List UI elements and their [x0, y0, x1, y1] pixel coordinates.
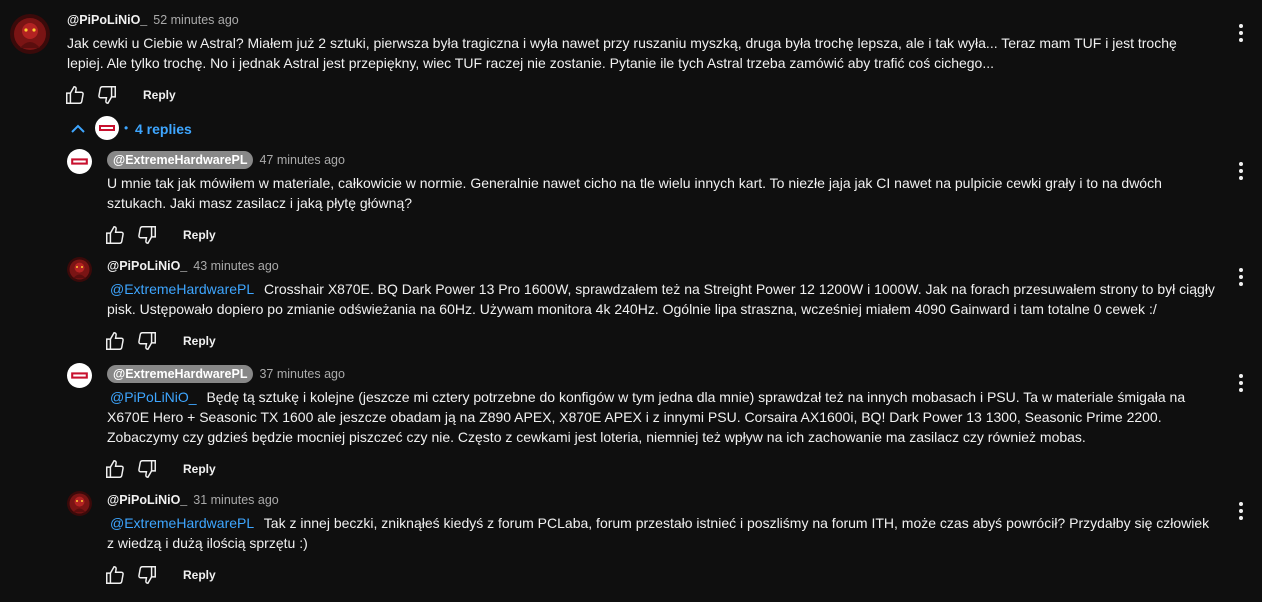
chevron-up-icon[interactable]	[68, 120, 88, 141]
creator-author-chip[interactable]: @ExtremeHardwarePL	[107, 365, 254, 383]
mention-link[interactable]: @ExtremeHardwarePL	[110, 515, 254, 531]
thumbs-up-icon[interactable]	[104, 224, 126, 246]
comment-text: U mnie tak jak mówiłem w materiale, całk…	[107, 173, 1217, 213]
comment-text: @ExtremeHardwarePL Crosshair X870E. BQ D…	[107, 279, 1219, 319]
timestamp[interactable]: 31 minutes ago	[193, 493, 278, 507]
vertical-dots-icon[interactable]	[1231, 266, 1251, 288]
comment-text: @PiPoLiNiO_ Będę tą sztukę i kolejne (je…	[107, 387, 1219, 447]
avatar[interactable]	[67, 491, 92, 516]
thumbs-up-icon[interactable]	[104, 458, 126, 480]
thumbs-down-icon[interactable]	[136, 458, 158, 480]
reply-button[interactable]: Reply	[183, 568, 216, 582]
reply-button[interactable]: Reply	[183, 334, 216, 348]
thumbs-down-icon[interactable]	[136, 564, 158, 586]
reply-button[interactable]: Reply	[183, 228, 216, 242]
reply-button[interactable]: Reply	[183, 462, 216, 476]
timestamp[interactable]: 37 minutes ago	[259, 367, 344, 381]
mention-link[interactable]: @ExtremeHardwarePL	[110, 281, 254, 297]
timestamp[interactable]: 47 minutes ago	[259, 153, 344, 167]
vertical-dots-icon[interactable]	[1231, 160, 1251, 182]
avatar[interactable]	[10, 14, 50, 54]
reply-text: Tak z innej beczki, zniknąłeś kiedyś z f…	[107, 515, 1210, 551]
vertical-dots-icon[interactable]	[1231, 500, 1251, 522]
thumbs-up-icon[interactable]	[64, 84, 86, 106]
thumbs-down-icon[interactable]	[136, 330, 158, 352]
creator-avatar	[95, 116, 119, 140]
author-name[interactable]: @PiPoLiNiO_	[67, 13, 147, 27]
comment-actions: Reply	[104, 564, 224, 588]
comment-header: @ExtremeHardwarePL 37 minutes ago	[107, 365, 345, 383]
reply-button[interactable]: Reply	[143, 88, 176, 102]
comment-header: @ExtremeHardwarePL 47 minutes ago	[107, 151, 345, 169]
avatar[interactable]	[67, 257, 92, 282]
comment-actions: Reply	[104, 224, 224, 248]
replies-count[interactable]: 4 replies	[135, 121, 192, 137]
thumbs-down-icon[interactable]	[136, 224, 158, 246]
comment-actions: Reply	[64, 84, 184, 108]
comment-text: @ExtremeHardwarePL Tak z innej beczki, z…	[107, 513, 1219, 553]
separator-dot: •	[124, 121, 129, 135]
author-name[interactable]: @PiPoLiNiO_	[107, 259, 187, 273]
mention-link[interactable]: @PiPoLiNiO_	[110, 389, 197, 405]
avatar[interactable]	[67, 149, 92, 174]
vertical-dots-icon[interactable]	[1231, 22, 1251, 44]
thumbs-up-icon[interactable]	[104, 564, 126, 586]
timestamp[interactable]: 52 minutes ago	[153, 13, 238, 27]
vertical-dots-icon[interactable]	[1231, 372, 1251, 394]
thumbs-up-icon[interactable]	[104, 330, 126, 352]
avatar[interactable]	[67, 363, 92, 388]
timestamp[interactable]: 43 minutes ago	[193, 259, 278, 273]
comment-actions: Reply	[104, 458, 224, 482]
comment-header: @PiPoLiNiO_ 31 minutes ago	[107, 493, 279, 507]
reply-text: Crosshair X870E. BQ Dark Power 13 Pro 16…	[107, 281, 1215, 317]
comment-thread: @PiPoLiNiO_ 52 minutes ago Jak cewki u Ci…	[0, 0, 1262, 602]
comment-text: Jak cewki u Ciebie w Astral? Miałem już …	[67, 35, 1177, 71]
author-name[interactable]: @PiPoLiNiO_	[107, 493, 187, 507]
reply-text: U mnie tak jak mówiłem w materiale, całk…	[107, 175, 1162, 211]
thumbs-down-icon[interactable]	[96, 84, 118, 106]
comment-actions: Reply	[104, 330, 224, 354]
comment-header: @PiPoLiNiO_ 43 minutes ago	[107, 259, 279, 273]
comment-header: @PiPoLiNiO_ 52 minutes ago	[67, 13, 239, 27]
reply-text: Będę tą sztukę i kolejne (jeszcze mi czt…	[107, 389, 1186, 445]
creator-author-chip[interactable]: @ExtremeHardwarePL	[107, 151, 254, 169]
